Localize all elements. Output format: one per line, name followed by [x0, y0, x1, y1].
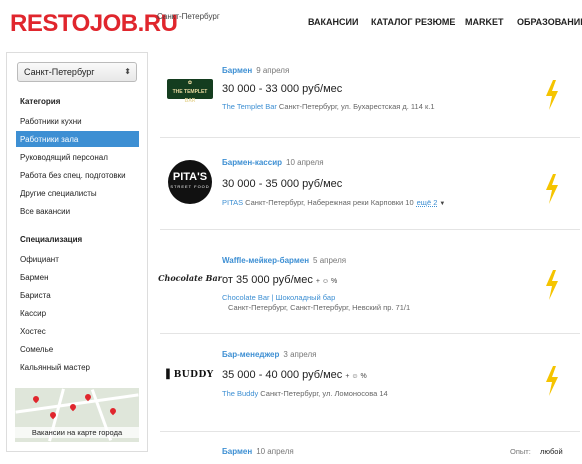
- divider: [160, 137, 580, 138]
- city-select-value: Санкт-Петербург: [24, 67, 95, 77]
- spec-item-sommelier[interactable]: Сомелье: [16, 341, 139, 357]
- job-date: 3 апреля: [283, 350, 317, 359]
- tips-icon: + ☺ %: [345, 373, 367, 380]
- job-card: Бармен 10 апреля Опыт: любой: [160, 444, 580, 464]
- job-address: Санкт-Петербург, ул. Бухарестская д. 114…: [278, 102, 435, 111]
- spec-item-hookah[interactable]: Кальянный мастер: [16, 359, 139, 375]
- category-item-kitchen[interactable]: Работники кухни: [16, 113, 139, 129]
- city-map-link[interactable]: Вакансии на карте города: [15, 388, 139, 442]
- templet-bar-logo: ✿ THE TEMPLET BAR: [167, 79, 213, 104]
- divider: [160, 431, 580, 432]
- experience-value: любой: [540, 447, 563, 456]
- job-salary: 35 000 - 40 000 руб/мес + ☺ %: [222, 369, 367, 381]
- lightning-icon: [546, 270, 558, 300]
- job-date: 10 апреля: [286, 158, 324, 167]
- lightning-icon: [546, 80, 558, 110]
- nav-resume-catalog[interactable]: КАТАЛОГ РЕЗЮМЕ: [371, 17, 455, 27]
- job-card: ✿ THE TEMPLET BAR Бармен 9 апреля 30 000 -…: [160, 58, 580, 138]
- spec-item-cashier[interactable]: Кассир: [16, 305, 139, 321]
- nav-vacancies[interactable]: ВАКАНСИИ: [308, 17, 358, 27]
- specialization-heading: Специализация: [20, 235, 83, 244]
- experience-label: Опыт:: [510, 447, 531, 456]
- spec-item-bartender[interactable]: Бармен: [16, 269, 139, 285]
- job-date: 10 апреля: [256, 447, 294, 456]
- job-date: 5 апреля: [313, 256, 347, 265]
- lightning-icon: [546, 366, 558, 396]
- job-title-link[interactable]: Бармен 10 апреля: [222, 447, 294, 456]
- map-pin-icon: [108, 406, 118, 416]
- tips-icon: + ☺ %: [315, 278, 338, 285]
- job-address: Санкт-Петербург, ул. Ломоносова 14: [260, 389, 388, 398]
- select-arrows-icon: ⬍: [124, 67, 131, 76]
- more-addresses-link[interactable]: ещё 2: [417, 198, 438, 207]
- nav-education[interactable]: ОБРАЗОВАНИЕ: [517, 17, 582, 27]
- spec-item-barista[interactable]: Бариста: [16, 287, 139, 303]
- job-company[interactable]: Chocolate Bar | Шоколадный бар: [222, 293, 335, 302]
- job-company[interactable]: The Buddy Санкт-Петербург, ул. Ломоносова…: [222, 389, 388, 398]
- job-address: Санкт-Петербург, Набережная реки Карповк…: [245, 198, 414, 207]
- main-nav: ВАКАНСИИ КАТАЛОГ РЕЗЮМЕ MARKET ОБРАЗОВАН…: [0, 17, 582, 29]
- job-card: PITA'S STREET FOOD Бармен-кассир 10 апреля…: [160, 150, 580, 230]
- category-heading: Категория: [20, 97, 61, 106]
- nav-market[interactable]: MARKET: [465, 17, 504, 27]
- job-title-link[interactable]: Бармен 9 апреля: [222, 66, 289, 75]
- job-title-link[interactable]: Waffle-мейкер-бармен 5 апреля: [222, 256, 346, 265]
- map-pin-icon: [31, 394, 41, 404]
- spec-item-waiter[interactable]: Официант: [16, 251, 139, 267]
- company-logo[interactable]: Chocolate Bar: [158, 270, 222, 286]
- job-card: Chocolate Bar Waffle-мейкер-бармен 5 апре…: [158, 248, 580, 334]
- pitas-logo: PITA'S STREET FOOD: [168, 160, 212, 204]
- divider: [160, 229, 580, 230]
- category-item-other[interactable]: Другие специалисты: [16, 185, 139, 201]
- map-caption: Вакансии на карте города: [15, 427, 139, 438]
- buddy-logo: ▌BUDDY: [166, 370, 214, 380]
- sidebar: Санкт-Петербург ⬍ Категория Работники ку…: [6, 52, 148, 452]
- job-company[interactable]: The Templet Bar Санкт-Петербург, ул. Буха…: [222, 102, 435, 111]
- category-item-hall[interactable]: Работники зала: [16, 131, 139, 147]
- job-salary: 30 000 - 33 000 руб/мес: [222, 83, 343, 95]
- category-item-management[interactable]: Руководящий персонал: [16, 149, 139, 165]
- job-salary: 30 000 - 35 000 руб/мес: [222, 178, 343, 190]
- job-date: 9 апреля: [256, 66, 290, 75]
- job-salary: от 35 000 руб/мес + ☺ %: [222, 274, 338, 286]
- job-address: Санкт-Петербург, Санкт-Петербург, Невски…: [228, 303, 411, 312]
- chevron-down-icon[interactable]: ▼: [439, 201, 445, 207]
- lightning-icon: [546, 174, 558, 204]
- job-title-link[interactable]: Бар-менеджер 3 апреля: [222, 350, 316, 359]
- divider: [160, 333, 580, 334]
- city-select[interactable]: Санкт-Петербург ⬍: [17, 62, 137, 82]
- category-item-all[interactable]: Все вакансии: [16, 203, 139, 219]
- company-logo[interactable]: PITA'S STREET FOOD: [164, 158, 216, 206]
- company-logo[interactable]: ✿ THE TEMPLET BAR: [164, 74, 216, 104]
- spec-item-hostess[interactable]: Хостес: [16, 323, 139, 339]
- chocolate-bar-logo: Chocolate Bar: [158, 273, 222, 283]
- category-item-no-training[interactable]: Работа без спец. подготовки: [16, 167, 139, 183]
- job-title-link[interactable]: Бармен-кассир 10 апреля: [222, 158, 324, 167]
- job-company[interactable]: PITAS Санкт-Петербург, Набережная реки Ка…: [222, 198, 445, 207]
- job-card: ▌BUDDY Бар-менеджер 3 апреля 35 000 - 40 …: [160, 342, 580, 432]
- company-logo[interactable]: ▌BUDDY: [164, 366, 216, 384]
